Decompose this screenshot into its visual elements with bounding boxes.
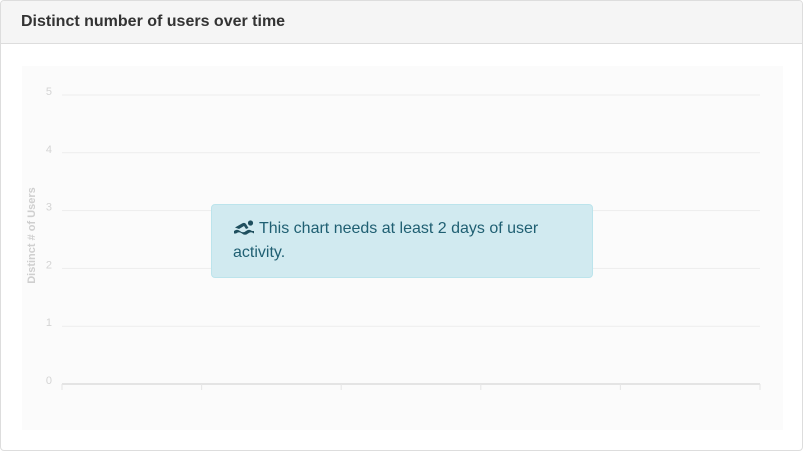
alert-message: This chart needs at least 2 days of user… — [233, 220, 539, 261]
info-alert: This chart needs at least 2 days of user… — [211, 204, 593, 278]
panel-heading: Distinct number of users over time — [1, 1, 802, 44]
y-tick-label: 2 — [46, 259, 52, 271]
users-over-time-panel: Distinct number of users over time 0 1 2 3 4… — [0, 0, 803, 451]
swimmer-icon — [233, 219, 255, 235]
y-tick-label: 3 — [46, 202, 52, 214]
y-tick-label: 1 — [46, 317, 52, 329]
y-tick-label: 4 — [46, 144, 52, 156]
y-tick-label: 0 — [46, 375, 52, 387]
y-axis-label: Distinct # of Users — [26, 187, 38, 284]
y-tick-label: 5 — [46, 86, 52, 98]
panel-title: Distinct number of users over time — [21, 13, 286, 30]
